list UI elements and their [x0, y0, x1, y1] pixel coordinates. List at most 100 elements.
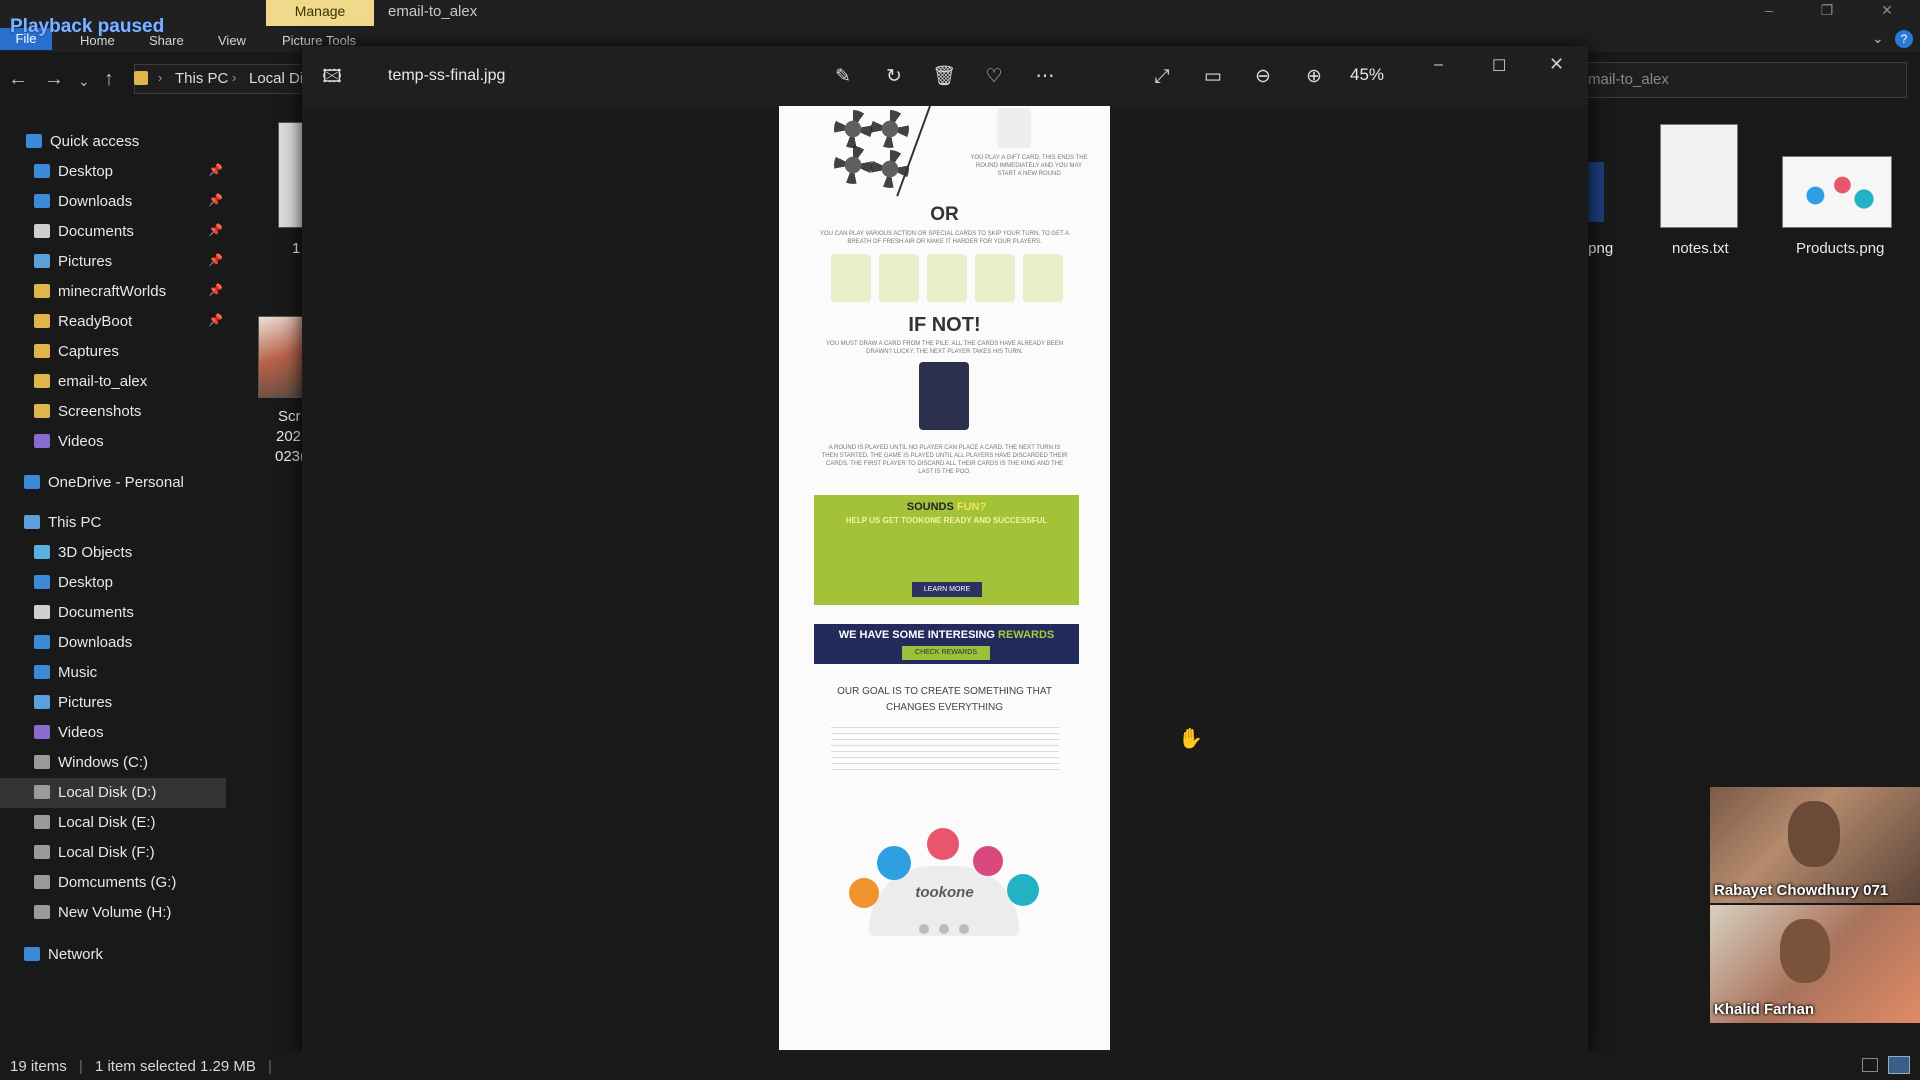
search-text: mail-to_alex	[1588, 71, 1669, 88]
action-card-image	[1023, 254, 1063, 302]
sidebar-item-readyboot[interactable]: ReadyBoot 📌	[0, 307, 226, 337]
help-icon[interactable]: ?	[1895, 30, 1913, 48]
document-image[interactable]: YOU PLAY A GIFT CARD. THIS ENDS THE ROUN…	[779, 106, 1110, 1050]
sidebar-item-videos[interactable]: Videos	[0, 427, 226, 457]
edit-icon[interactable]: ✎	[828, 62, 858, 92]
details-view-icon[interactable]	[1862, 1058, 1878, 1072]
rotate-icon[interactable]: ↻	[879, 62, 909, 92]
viewer-maximize-icon[interactable]: ☐	[1492, 56, 1506, 76]
fullscreen-icon[interactable]: ⤢	[1147, 62, 1177, 92]
sidebar-item-pictures[interactable]: Pictures	[0, 688, 226, 718]
minimize-icon[interactable]: –	[1758, 2, 1780, 20]
sidebar-item-new-volume-h[interactable]: New Volume (H:)	[0, 898, 226, 928]
breadcrumb-this-pc[interactable]: This PC	[175, 70, 228, 87]
zoom-level: 45%	[1350, 65, 1385, 84]
action-card-image	[879, 254, 919, 302]
fit-to-window-icon[interactable]: ▭	[1198, 62, 1228, 92]
downloads-icon	[34, 635, 50, 649]
viewer-close-icon[interactable]: ✕	[1549, 54, 1564, 75]
pictures-icon	[34, 695, 50, 709]
gift-text: YOU PLAY A GIFT CARD. THIS ENDS THE ROUN…	[970, 155, 1088, 177]
ribbon-tab-view[interactable]: View	[218, 33, 246, 48]
recent-locations-icon[interactable]: ⌄	[78, 73, 90, 90]
sidebar-item-windows-c[interactable]: Windows (C:)	[0, 748, 226, 778]
more-icon[interactable]: ⋯	[1030, 62, 1060, 92]
sidebar-item-label: Downloads	[58, 634, 133, 651]
rewards-prefix: WE HAVE SOME INTERESING	[838, 629, 995, 641]
sidebar-item-network[interactable]: Network	[0, 940, 226, 970]
social-icon[interactable]	[919, 924, 929, 934]
sidebar-item-local-disk-d[interactable]: Local Disk (D:)	[0, 778, 226, 808]
sidebar-item-this-pc[interactable]: This PC	[0, 508, 226, 538]
learn-more-button[interactable]: LEARN MORE	[912, 582, 982, 597]
back-icon[interactable]: ←	[8, 68, 28, 91]
sidebar-item-label: OneDrive - Personal	[48, 474, 184, 491]
sidebar-item-domcuments-g[interactable]: Domcuments (G:)	[0, 868, 226, 898]
pin-icon: 📌	[208, 313, 223, 327]
sidebar-item-label: Documents	[58, 223, 134, 240]
sidebar-item-email-to-alex[interactable]: email-to_alex	[0, 367, 226, 397]
email-to-alex-icon	[34, 374, 50, 388]
manage-tab[interactable]: Manage	[266, 0, 374, 26]
sidebar-item-videos[interactable]: Videos	[0, 718, 226, 748]
file-label-line: 202	[276, 428, 302, 445]
sidebar-item-captures[interactable]: Captures	[0, 337, 226, 367]
sidebar-item-downloads[interactable]: Downloads	[0, 628, 226, 658]
sidebar-item-label: 3D Objects	[58, 544, 133, 561]
favorite-icon[interactable]: ♡	[979, 62, 1009, 92]
card-splat-icon	[871, 150, 909, 188]
sidebar-item-screenshots[interactable]: Screenshots	[0, 397, 226, 427]
zoom-out-icon[interactable]: ⊖	[1248, 62, 1278, 92]
sidebar-item-label: Captures	[58, 343, 119, 360]
round-rules-text: A ROUND IS PLAYED UNTIL NO PLAYER CAN PL…	[821, 445, 1068, 475]
close-window-icon[interactable]: ✕	[1876, 2, 1898, 20]
forward-icon[interactable]: →	[44, 68, 64, 91]
sidebar-item-onedrive[interactable]: OneDrive - Personal	[0, 468, 226, 498]
if-not-heading: IF NOT!	[908, 314, 981, 336]
documents-icon	[34, 224, 50, 238]
breadcrumb-local-disk[interactable]: Local Di	[249, 70, 303, 87]
sidebar-item-music[interactable]: Music	[0, 658, 226, 688]
breadcrumb-separator-icon: ›	[158, 70, 163, 85]
file-thumbnail[interactable]	[278, 122, 304, 228]
sidebar-item-local-disk-e[interactable]: Local Disk (E:)	[0, 808, 226, 838]
3d-objects-icon	[34, 545, 50, 559]
viewer-minimize-icon[interactable]: –	[1434, 56, 1443, 74]
sidebar-item-label: Music	[58, 664, 98, 681]
products-thumbnail[interactable]	[1782, 156, 1892, 228]
sidebar-item-documents[interactable]: Documents	[0, 598, 226, 628]
sidebar-item-desktop[interactable]: Desktop 📌	[0, 157, 226, 187]
social-icon[interactable]	[939, 924, 949, 934]
goal-heading-line1: OUR GOAL IS TO CREATE SOMETHING THAT	[837, 686, 1052, 697]
sidebar-item-minecraftworlds[interactable]: minecraftWorlds 📌	[0, 277, 226, 307]
text-file-icon[interactable]	[1660, 124, 1738, 228]
zoom-in-icon[interactable]: ⊕	[1299, 62, 1329, 92]
sounds-text: SOUNDS	[906, 501, 954, 513]
restore-icon[interactable]: ❐	[1816, 2, 1838, 20]
sidebar-item-downloads[interactable]: Downloads 📌	[0, 187, 226, 217]
sidebar-item-label: email-to_alex	[58, 373, 148, 390]
sidebar-item-quick-access[interactable]: Quick access	[0, 127, 226, 157]
sidebar-item-local-disk-f[interactable]: Local Disk (F:)	[0, 838, 226, 868]
participant-video: Khalid Farhan	[1710, 905, 1920, 1023]
screenshot-thumbnail[interactable]	[258, 316, 304, 398]
goal-body-text-lines	[831, 722, 1059, 774]
large-icons-view-icon[interactable]	[1888, 1056, 1910, 1074]
pictures-icon	[34, 254, 50, 268]
sidebar-item-3d-objects[interactable]: 3D Objects	[0, 538, 226, 568]
sidebar-item-desktop[interactable]: Desktop	[0, 568, 226, 598]
sidebar-item-pictures[interactable]: Pictures 📌	[0, 247, 226, 277]
file-thumbnail[interactable]	[1588, 162, 1604, 222]
ribbon-expand-icon[interactable]: ⌄	[1872, 30, 1884, 47]
blue-bubble-icon	[877, 846, 911, 880]
special-cards-text: YOU CAN PLAY VARIOUS ACTION OR SPECIAL C…	[820, 231, 1069, 245]
pin-icon: 📌	[208, 163, 223, 177]
action-card-image	[927, 254, 967, 302]
image-viewer-icon[interactable]: 🖾	[318, 62, 346, 90]
up-icon[interactable]: ↑	[104, 68, 114, 91]
delete-icon[interactable]: 🗑	[929, 62, 959, 92]
this-pc-icon	[24, 515, 40, 529]
check-rewards-button[interactable]: CHECK REWARDS	[902, 646, 990, 660]
social-icon[interactable]	[959, 924, 969, 934]
sidebar-item-documents[interactable]: Documents 📌	[0, 217, 226, 247]
